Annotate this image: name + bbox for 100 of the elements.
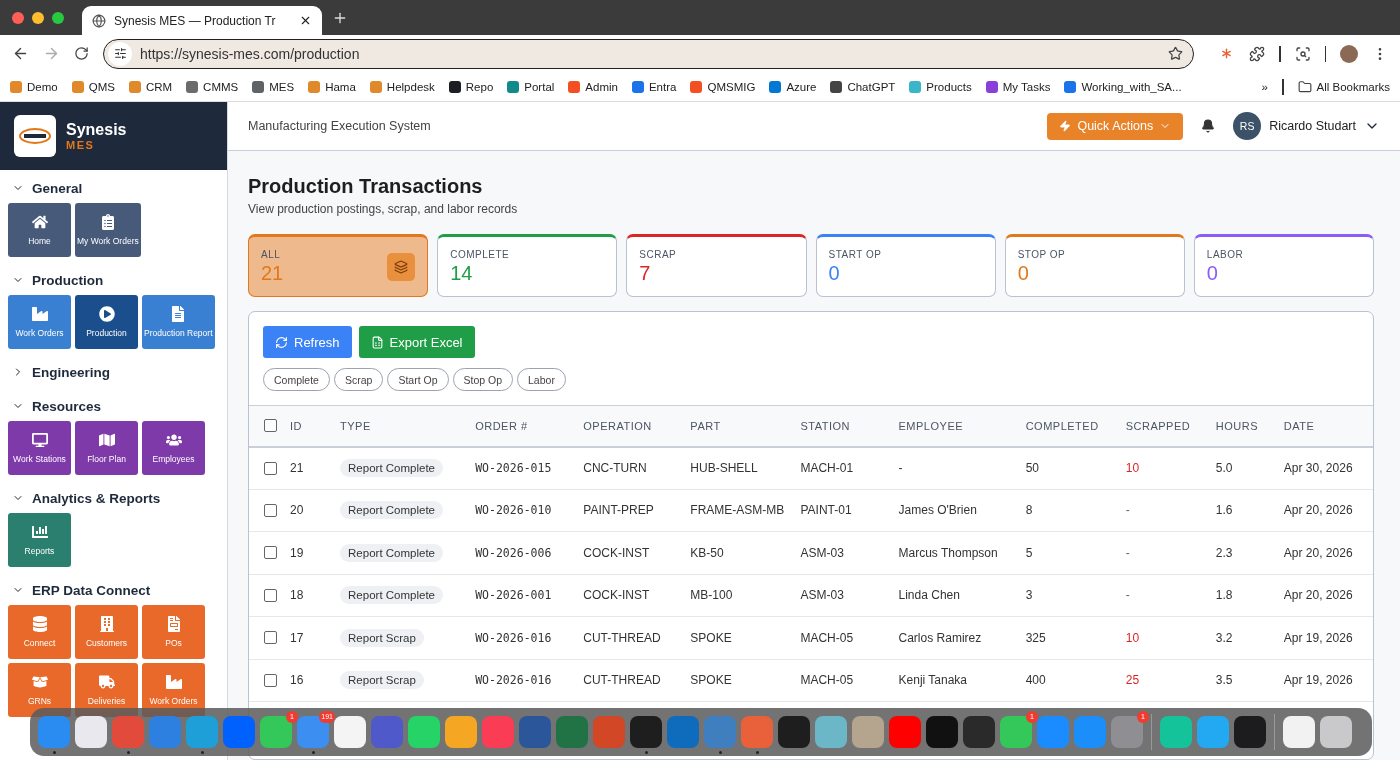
nav-tile[interactable]: Production xyxy=(75,295,138,349)
bookmark[interactable]: Hama xyxy=(308,80,356,93)
section-header[interactable]: General xyxy=(8,177,219,199)
table-cell: Apr 30, 2026 xyxy=(1283,461,1353,475)
stat-card[interactable]: ALL 21 xyxy=(248,234,429,297)
table-cell: ASM-03 xyxy=(800,588,844,603)
table-cell: 10 xyxy=(1125,461,1140,475)
nav-tile[interactable]: Production Report xyxy=(142,295,215,349)
column-header[interactable]: EMPLOYEE xyxy=(898,419,964,432)
all-bookmarks[interactable]: All Bookmarks xyxy=(1297,79,1390,94)
bookmark[interactable]: Azure xyxy=(769,80,817,93)
bookmark[interactable]: Admin xyxy=(568,80,618,93)
bookmark[interactable]: My Tasks xyxy=(985,80,1051,93)
nav-tile[interactable]: Work Orders xyxy=(8,295,71,349)
brand-name: Synesis xyxy=(66,121,127,139)
user-name[interactable]: Ricardo Studart xyxy=(1269,119,1356,133)
table-cell: 325 xyxy=(1025,630,1046,645)
stat-label: STOP OP xyxy=(1017,249,1066,260)
bookmark[interactable]: QMS xyxy=(71,80,115,93)
column-header[interactable]: ID xyxy=(290,419,303,432)
stat-label: SCRAP xyxy=(639,249,677,260)
filter-chip[interactable]: Complete xyxy=(263,368,330,391)
stat-card[interactable]: STOP OP 0 xyxy=(1004,234,1185,297)
nav-tile[interactable]: My Work Orders xyxy=(75,203,141,257)
stat-card[interactable]: LABOR 0 xyxy=(1193,234,1374,297)
bookmark[interactable]: ChatGPT xyxy=(830,80,896,93)
table-cell: 3.2 xyxy=(1215,630,1233,645)
table-cell: WO-2026-015 xyxy=(475,461,552,475)
refresh-button[interactable]: Refresh xyxy=(263,326,352,358)
table-cell: MACH-01 xyxy=(800,461,854,475)
table-cell: - xyxy=(1125,588,1130,603)
stat-label: COMPLETE xyxy=(450,249,510,260)
column-header[interactable]: OPERATION xyxy=(583,419,652,432)
table-cell: 5.0 xyxy=(1215,461,1233,475)
bookmark[interactable]: CRM xyxy=(128,80,173,93)
stat-label: ALL xyxy=(261,249,281,260)
table-cell: KB-50 xyxy=(690,545,724,560)
table-cell: 21 xyxy=(290,461,304,475)
column-header[interactable]: HOURS xyxy=(1215,419,1259,432)
filter-chip[interactable]: Start Op xyxy=(387,368,449,391)
bookmark[interactable]: QMSMIG xyxy=(690,80,756,93)
stat-value: 0 xyxy=(828,262,840,285)
bookmark[interactable]: Demo xyxy=(10,80,58,93)
bookmark[interactable]: Working_with_SA... xyxy=(1064,80,1182,93)
table-cell: 20 xyxy=(290,503,304,518)
address-bar[interactable]: https://synesis-mes.com/production xyxy=(103,38,1194,69)
bookmark[interactable]: Repo xyxy=(448,80,494,93)
table-cell: WO-2026-006 xyxy=(475,545,552,560)
section-header[interactable]: ERP Data Connect xyxy=(8,579,219,601)
bookmark[interactable]: Products xyxy=(909,80,972,93)
column-header[interactable]: ORDER # xyxy=(475,419,528,432)
nav-tile[interactable]: Floor Plan xyxy=(75,421,138,475)
column-header[interactable]: DATE xyxy=(1283,419,1315,432)
table-cell: Marcus Thompson xyxy=(898,545,998,560)
table-cell: 2.3 xyxy=(1215,545,1233,560)
table-cell: 1.6 xyxy=(1215,503,1233,518)
type-tag: Report Scrap xyxy=(340,671,424,690)
section-header[interactable]: Analytics & Reports xyxy=(8,487,219,509)
nav-tile[interactable]: Home xyxy=(8,203,71,257)
export-button[interactable]: Export Excel xyxy=(358,326,475,358)
section-header[interactable]: Resources xyxy=(8,395,219,417)
section-header[interactable]: Engineering xyxy=(8,361,219,383)
section-header[interactable]: Production xyxy=(8,269,219,291)
bookmark[interactable]: Portal xyxy=(507,80,555,93)
table-cell: Apr 20, 2026 xyxy=(1283,503,1353,518)
type-tag: Report Complete xyxy=(340,543,443,562)
nav-tile[interactable]: Reports xyxy=(8,513,71,567)
stat-card[interactable]: START OP 0 xyxy=(815,234,996,297)
table-cell: Apr 19, 2026 xyxy=(1283,630,1353,645)
type-tag: Report Complete xyxy=(340,459,443,477)
table-cell: SPOKE xyxy=(690,630,732,645)
bookmark[interactable]: CMMS xyxy=(186,80,239,93)
type-tag: Report Scrap xyxy=(340,628,424,647)
filter-chip[interactable]: Labor xyxy=(517,368,566,391)
column-header[interactable]: TYPE xyxy=(340,419,371,432)
nav-tile[interactable]: Employees xyxy=(142,421,205,475)
column-header[interactable]: STATION xyxy=(800,419,850,432)
table-cell: WO-2026-016 xyxy=(475,673,552,688)
page-title: Production Transactions xyxy=(248,175,484,198)
table-cell: 3 xyxy=(1025,588,1033,603)
browser-tab[interactable]: Synesis MES — Production Tr xyxy=(82,6,322,35)
stat-label: START OP xyxy=(828,249,882,260)
filter-chip[interactable]: Stop Op xyxy=(452,368,514,391)
app-title: Manufacturing Execution System xyxy=(248,119,432,133)
table-cell: - xyxy=(898,461,903,475)
bookmark[interactable]: MES xyxy=(252,80,295,93)
table-cell: CUT-THREAD xyxy=(583,673,661,688)
column-header[interactable]: PART xyxy=(690,419,721,432)
stat-card[interactable]: SCRAP 7 xyxy=(626,234,807,297)
table-cell: 400 xyxy=(1025,673,1046,688)
filter-chip[interactable]: Scrap xyxy=(333,368,384,391)
table-cell: FRAME-ASM-MB xyxy=(690,503,785,518)
table-cell: Apr 20, 2026 xyxy=(1283,545,1353,560)
stat-card[interactable]: COMPLETE 14 xyxy=(437,234,618,297)
bookmark[interactable]: Entra xyxy=(631,80,677,93)
table-cell: WO-2026-016 xyxy=(475,630,552,645)
bookmarks-overflow[interactable]: » xyxy=(1261,80,1268,93)
bookmark[interactable]: Helpdesk xyxy=(369,80,435,93)
nav-tile[interactable]: Work Stations xyxy=(8,421,71,475)
user-avatar[interactable]: RS xyxy=(1233,112,1262,140)
